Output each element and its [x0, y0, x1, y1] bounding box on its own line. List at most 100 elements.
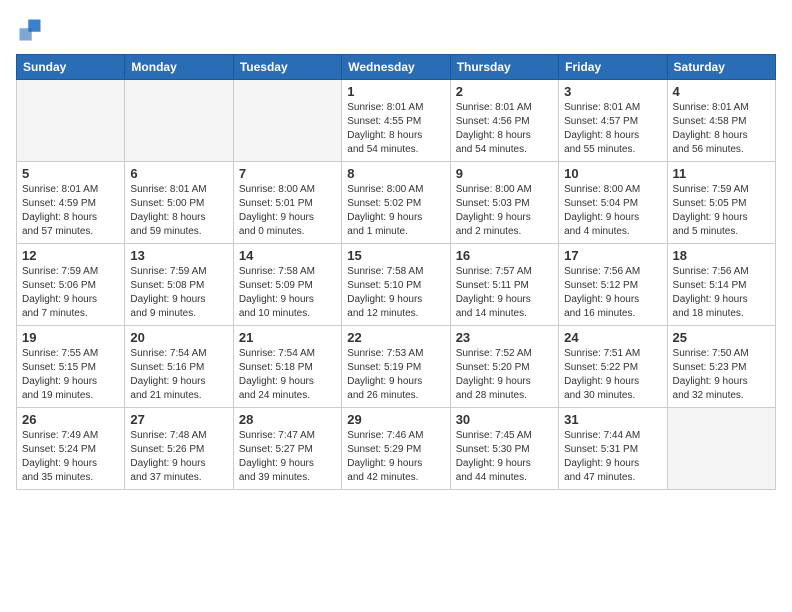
calendar-cell: 13Sunrise: 7:59 AM Sunset: 5:08 PM Dayli…	[125, 244, 233, 326]
day-number: 29	[347, 412, 444, 427]
calendar-cell: 16Sunrise: 7:57 AM Sunset: 5:11 PM Dayli…	[450, 244, 558, 326]
day-info: Sunrise: 7:54 AM Sunset: 5:18 PM Dayligh…	[239, 347, 336, 403]
day-info: Sunrise: 7:56 AM Sunset: 5:14 PM Dayligh…	[673, 265, 770, 321]
day-info: Sunrise: 7:44 AM Sunset: 5:31 PM Dayligh…	[564, 429, 661, 485]
day-number: 31	[564, 412, 661, 427]
day-info: Sunrise: 7:48 AM Sunset: 5:26 PM Dayligh…	[130, 429, 227, 485]
day-info: Sunrise: 8:01 AM Sunset: 4:59 PM Dayligh…	[22, 183, 119, 239]
day-info: Sunrise: 7:55 AM Sunset: 5:15 PM Dayligh…	[22, 347, 119, 403]
weekday-header-row: SundayMondayTuesdayWednesdayThursdayFrid…	[17, 55, 776, 80]
day-info: Sunrise: 7:59 AM Sunset: 5:06 PM Dayligh…	[22, 265, 119, 321]
day-number: 9	[456, 166, 553, 181]
logo-icon	[16, 16, 44, 44]
calendar-cell: 28 Sunrise: 7:47 AM Sunset: 5:27 PM Dayli…	[233, 408, 341, 490]
day-number: 20	[130, 330, 227, 345]
calendar-cell: 20 Sunrise: 7:54 AM Sunset: 5:16 PM Dayli…	[125, 326, 233, 408]
day-number: 22	[347, 330, 444, 345]
calendar-cell: 11 Sunrise: 7:59 AM Sunset: 5:05 PM Dayli…	[667, 162, 775, 244]
day-info: Sunrise: 8:00 AM Sunset: 5:02 PM Dayligh…	[347, 183, 444, 239]
day-number: 21	[239, 330, 336, 345]
day-info: Sunrise: 7:59 AM Sunset: 5:05 PM Dayligh…	[673, 183, 770, 239]
weekday-header-sunday: Sunday	[17, 55, 125, 80]
logo	[16, 16, 48, 44]
day-number: 27	[130, 412, 227, 427]
day-number: 23	[456, 330, 553, 345]
day-number: 17	[564, 248, 661, 263]
calendar-cell: 6 Sunrise: 8:01 AM Sunset: 5:00 PM Daylig…	[125, 162, 233, 244]
day-number: 15	[347, 248, 444, 263]
day-number: 24	[564, 330, 661, 345]
calendar-cell: 2Sunrise: 8:01 AM Sunset: 4:56 PM Daylig…	[450, 80, 558, 162]
calendar-cell: 10 Sunrise: 8:00 AM Sunset: 5:04 PM Dayli…	[559, 162, 667, 244]
weekday-header-monday: Monday	[125, 55, 233, 80]
day-info: Sunrise: 8:00 AM Sunset: 5:01 PM Dayligh…	[239, 183, 336, 239]
calendar-cell: 26 Sunrise: 7:49 AM Sunset: 5:24 PM Dayli…	[17, 408, 125, 490]
calendar-cell: 27 Sunrise: 7:48 AM Sunset: 5:26 PM Dayli…	[125, 408, 233, 490]
day-number: 28	[239, 412, 336, 427]
day-number: 26	[22, 412, 119, 427]
calendar-cell	[667, 408, 775, 490]
week-row-5: 26 Sunrise: 7:49 AM Sunset: 5:24 PM Dayli…	[17, 408, 776, 490]
day-number: 7	[239, 166, 336, 181]
calendar-cell: 3Sunrise: 8:01 AM Sunset: 4:57 PM Daylig…	[559, 80, 667, 162]
calendar-cell	[17, 80, 125, 162]
day-info: Sunrise: 8:00 AM Sunset: 5:04 PM Dayligh…	[564, 183, 661, 239]
week-row-4: 19 Sunrise: 7:55 AM Sunset: 5:15 PM Dayli…	[17, 326, 776, 408]
day-number: 5	[22, 166, 119, 181]
day-info: Sunrise: 7:58 AM Sunset: 5:09 PM Dayligh…	[239, 265, 336, 321]
header	[16, 16, 776, 44]
calendar-cell: 29 Sunrise: 7:46 AM Sunset: 5:29 PM Dayli…	[342, 408, 450, 490]
day-info: Sunrise: 8:01 AM Sunset: 4:56 PM Dayligh…	[456, 101, 553, 157]
calendar-cell: 19 Sunrise: 7:55 AM Sunset: 5:15 PM Dayli…	[17, 326, 125, 408]
day-info: Sunrise: 7:52 AM Sunset: 5:20 PM Dayligh…	[456, 347, 553, 403]
day-number: 13	[130, 248, 227, 263]
day-info: Sunrise: 7:50 AM Sunset: 5:23 PM Dayligh…	[673, 347, 770, 403]
calendar-cell: 31 Sunrise: 7:44 AM Sunset: 5:31 PM Dayli…	[559, 408, 667, 490]
calendar-cell: 14 Sunrise: 7:58 AM Sunset: 5:09 PM Dayli…	[233, 244, 341, 326]
day-info: Sunrise: 7:57 AM Sunset: 5:11 PM Dayligh…	[456, 265, 553, 321]
calendar-cell: 7 Sunrise: 8:00 AM Sunset: 5:01 PM Daylig…	[233, 162, 341, 244]
weekday-header-saturday: Saturday	[667, 55, 775, 80]
week-row-2: 5 Sunrise: 8:01 AM Sunset: 4:59 PM Daylig…	[17, 162, 776, 244]
weekday-header-tuesday: Tuesday	[233, 55, 341, 80]
day-info: Sunrise: 8:01 AM Sunset: 4:55 PM Dayligh…	[347, 101, 444, 157]
day-number: 6	[130, 166, 227, 181]
calendar-cell: 25 Sunrise: 7:50 AM Sunset: 5:23 PM Dayli…	[667, 326, 775, 408]
day-number: 30	[456, 412, 553, 427]
day-number: 18	[673, 248, 770, 263]
day-info: Sunrise: 8:01 AM Sunset: 4:58 PM Dayligh…	[673, 101, 770, 157]
page: SundayMondayTuesdayWednesdayThursdayFrid…	[0, 0, 792, 612]
weekday-header-thursday: Thursday	[450, 55, 558, 80]
calendar-cell: 12 Sunrise: 7:59 AM Sunset: 5:06 PM Dayli…	[17, 244, 125, 326]
weekday-header-wednesday: Wednesday	[342, 55, 450, 80]
day-info: Sunrise: 7:56 AM Sunset: 5:12 PM Dayligh…	[564, 265, 661, 321]
day-number: 25	[673, 330, 770, 345]
week-row-1: 1 Sunrise: 8:01 AM Sunset: 4:55 PM Daylig…	[17, 80, 776, 162]
day-number: 14	[239, 248, 336, 263]
calendar-cell: 18 Sunrise: 7:56 AM Sunset: 5:14 PM Dayli…	[667, 244, 775, 326]
calendar-cell: 5 Sunrise: 8:01 AM Sunset: 4:59 PM Daylig…	[17, 162, 125, 244]
day-info: Sunrise: 7:45 AM Sunset: 5:30 PM Dayligh…	[456, 429, 553, 485]
calendar-cell: 4Sunrise: 8:01 AM Sunset: 4:58 PM Daylig…	[667, 80, 775, 162]
day-info: Sunrise: 7:46 AM Sunset: 5:29 PM Dayligh…	[347, 429, 444, 485]
calendar-cell: 15Sunrise: 7:58 AM Sunset: 5:10 PM Dayli…	[342, 244, 450, 326]
day-info: Sunrise: 7:54 AM Sunset: 5:16 PM Dayligh…	[130, 347, 227, 403]
calendar-cell: 22Sunrise: 7:53 AM Sunset: 5:19 PM Dayli…	[342, 326, 450, 408]
day-number: 1	[347, 84, 444, 99]
day-number: 10	[564, 166, 661, 181]
day-number: 11	[673, 166, 770, 181]
day-info: Sunrise: 7:49 AM Sunset: 5:24 PM Dayligh…	[22, 429, 119, 485]
calendar-cell: 30 Sunrise: 7:45 AM Sunset: 5:30 PM Dayli…	[450, 408, 558, 490]
day-number: 19	[22, 330, 119, 345]
day-info: Sunrise: 8:01 AM Sunset: 5:00 PM Dayligh…	[130, 183, 227, 239]
calendar-cell: 21 Sunrise: 7:54 AM Sunset: 5:18 PM Dayli…	[233, 326, 341, 408]
calendar-cell: 23 Sunrise: 7:52 AM Sunset: 5:20 PM Dayli…	[450, 326, 558, 408]
day-info: Sunrise: 8:01 AM Sunset: 4:57 PM Dayligh…	[564, 101, 661, 157]
day-info: Sunrise: 7:47 AM Sunset: 5:27 PM Dayligh…	[239, 429, 336, 485]
calendar-cell: 9Sunrise: 8:00 AM Sunset: 5:03 PM Daylig…	[450, 162, 558, 244]
calendar-cell	[233, 80, 341, 162]
day-number: 12	[22, 248, 119, 263]
weekday-header-friday: Friday	[559, 55, 667, 80]
day-info: Sunrise: 7:51 AM Sunset: 5:22 PM Dayligh…	[564, 347, 661, 403]
calendar-table: SundayMondayTuesdayWednesdayThursdayFrid…	[16, 54, 776, 490]
